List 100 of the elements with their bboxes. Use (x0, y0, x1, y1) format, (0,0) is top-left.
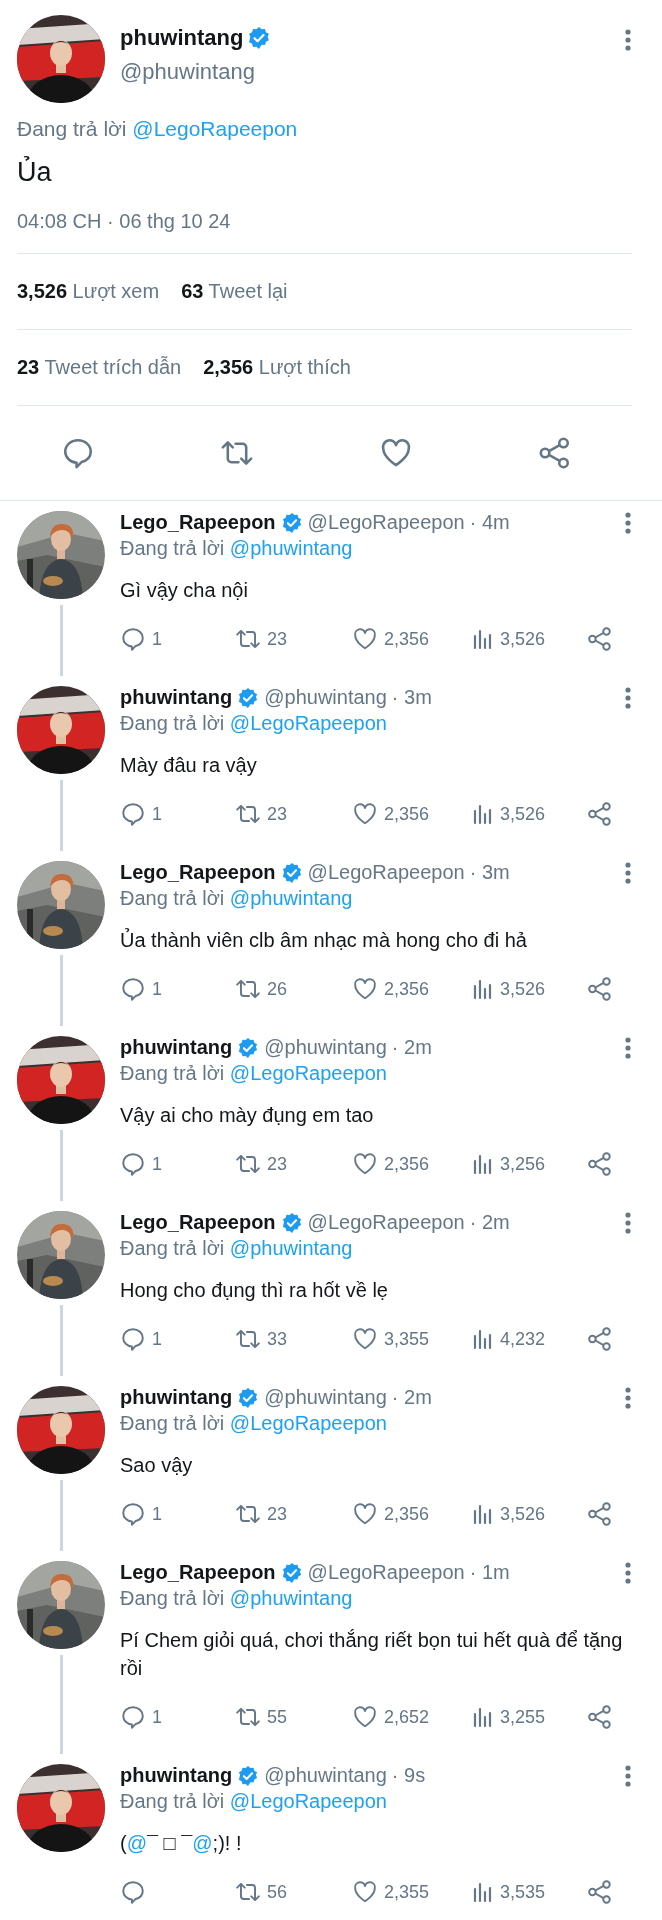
user-handle[interactable]: @phuwintang (264, 1386, 387, 1409)
stat-count[interactable]: 23 Tweet trích dẫn (17, 356, 182, 379)
mention-link[interactable]: @ (192, 1832, 213, 1854)
replying-to-text: Đang trả lời @phuwintang (120, 537, 354, 560)
reply-icon[interactable] (61, 436, 95, 470)
mention-link[interactable]: @phuwintang (229, 1587, 353, 1609)
like-count: 2,356 (384, 1153, 430, 1175)
user-handle[interactable]: @LegoRapeepon (307, 1211, 465, 1234)
reply-icon[interactable] (120, 1501, 146, 1527)
view-count: 3,526 (500, 628, 546, 650)
view-count: 3,526 (500, 978, 546, 1000)
like-count: 2,356 (384, 1503, 430, 1525)
mention-link[interactable]: @LegoRapeepon (132, 117, 298, 140)
display-name[interactable]: phuwintang (120, 25, 244, 51)
replying-to-text: Đang trả lời @phuwintang (120, 887, 354, 910)
share-icon[interactable] (587, 1879, 613, 1905)
stat-count[interactable]: 3,526 Lượt xem (17, 280, 160, 303)
share-icon[interactable] (587, 1704, 613, 1730)
mention-link[interactable]: @phuwintang (229, 537, 353, 559)
retweet-count: 23 (267, 1153, 288, 1175)
user-handle[interactable]: @phuwintang (264, 686, 387, 709)
reply-icon[interactable] (120, 801, 146, 827)
retweet-count: 56 (267, 1881, 288, 1903)
reply-icon[interactable] (120, 1879, 146, 1905)
share-icon[interactable] (587, 1501, 613, 1527)
reply-icon[interactable] (120, 1704, 146, 1730)
more-options-icon[interactable] (624, 1211, 632, 1234)
tweet-text: Ủa thành viên clb âm nhạc mà hong cho đi hả (120, 927, 528, 953)
reply-icon[interactable] (120, 976, 146, 1002)
more-options-icon[interactable] (624, 29, 632, 51)
display-name[interactable]: Lego_Rapeepon (120, 511, 276, 534)
share-icon[interactable] (538, 436, 572, 470)
display-name[interactable]: phuwintang (120, 686, 233, 709)
user-handle[interactable]: @phuwintang (120, 59, 255, 85)
mention-link[interactable]: @phuwintang (229, 887, 353, 909)
post-time: · 4m (469, 511, 510, 534)
tweet-text: Ủa (17, 157, 53, 188)
reply-count: 1 (152, 1706, 162, 1728)
heart-icon[interactable] (352, 1501, 378, 1527)
more-options-icon[interactable] (624, 511, 632, 534)
replying-to-text: Đang trả lời @LegoRapeepon (17, 117, 299, 141)
heart-icon[interactable] (352, 1151, 378, 1177)
more-options-icon[interactable] (624, 1386, 632, 1409)
reply-count: 1 (152, 1153, 162, 1175)
display-name[interactable]: phuwintang (120, 1386, 233, 1409)
like-count: 2,652 (384, 1706, 430, 1728)
post-time: · 2m (391, 1036, 432, 1059)
user-handle[interactable]: @LegoRapeepon (307, 1561, 465, 1584)
reply-count: 1 (152, 1503, 162, 1525)
more-options-icon[interactable] (624, 1036, 632, 1059)
like-count: 2,356 (384, 803, 430, 825)
more-options-icon[interactable] (624, 861, 632, 884)
reply-icon[interactable] (120, 1151, 146, 1177)
display-name[interactable]: phuwintang (120, 1036, 233, 1059)
share-icon[interactable] (587, 976, 613, 1002)
display-name[interactable]: Lego_Rapeepon (120, 1561, 276, 1584)
display-name[interactable]: Lego_Rapeepon (120, 861, 276, 884)
reply-count: 1 (152, 803, 162, 825)
share-icon[interactable] (587, 1326, 613, 1352)
replying-to-text: Đang trả lời @LegoRapeepon (120, 1790, 388, 1813)
more-options-icon[interactable] (624, 686, 632, 709)
mention-link[interactable]: @LegoRapeepon (229, 1790, 387, 1812)
mention-link[interactable]: @phuwintang (229, 1237, 353, 1259)
retweet-count: 23 (267, 803, 288, 825)
retweet-count: 33 (267, 1328, 288, 1350)
mention-link[interactable]: @ (126, 1832, 147, 1854)
reply-icon[interactable] (120, 626, 146, 652)
heart-icon[interactable] (352, 976, 378, 1002)
view-count: 3,255 (500, 1706, 546, 1728)
view-count: 3,526 (500, 1503, 546, 1525)
like-count: 2,356 (384, 628, 430, 650)
share-icon[interactable] (587, 801, 613, 827)
display-name[interactable]: phuwintang (120, 1764, 233, 1787)
mention-link[interactable]: @LegoRapeepon (229, 1062, 387, 1084)
reply-count: 1 (152, 978, 162, 1000)
user-handle[interactable]: @phuwintang (264, 1036, 387, 1059)
like-count: 2,356 (384, 978, 430, 1000)
post-time: · 2m (469, 1211, 510, 1234)
share-icon[interactable] (587, 626, 613, 652)
view-count: 4,232 (500, 1328, 546, 1350)
heart-icon[interactable] (352, 1704, 378, 1730)
more-options-icon[interactable] (624, 1561, 632, 1584)
heart-icon[interactable] (352, 801, 378, 827)
user-handle[interactable]: @LegoRapeepon (307, 511, 465, 534)
stat-count[interactable]: 2,356 Lượt thích (203, 356, 351, 379)
replying-to-text: Đang trả lời @LegoRapeepon (120, 1062, 388, 1085)
heart-icon[interactable] (352, 1879, 378, 1905)
user-handle[interactable]: @phuwintang (264, 1764, 387, 1787)
heart-icon[interactable] (352, 1326, 378, 1352)
share-icon[interactable] (587, 1151, 613, 1177)
mention-link[interactable]: @LegoRapeepon (229, 1412, 387, 1434)
more-options-icon[interactable] (624, 1764, 632, 1787)
post-time: · 2m (391, 1386, 432, 1409)
view-count: 3,535 (500, 1881, 546, 1903)
mention-link[interactable]: @LegoRapeepon (229, 712, 387, 734)
stat-count[interactable]: 63 Tweet lại (181, 280, 288, 303)
reply-icon[interactable] (120, 1326, 146, 1352)
display-name[interactable]: Lego_Rapeepon (120, 1211, 276, 1234)
heart-icon[interactable] (352, 626, 378, 652)
user-handle[interactable]: @LegoRapeepon (307, 861, 465, 884)
